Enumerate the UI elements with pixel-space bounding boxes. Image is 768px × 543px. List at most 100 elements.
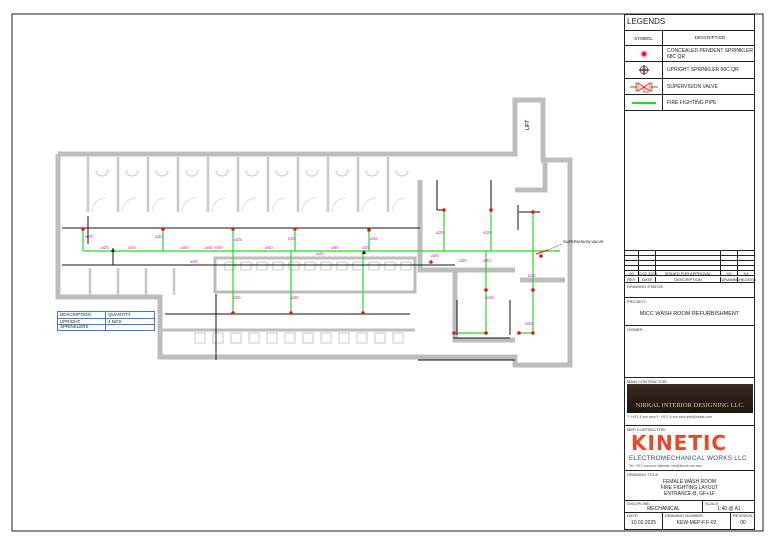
door-swing <box>211 197 227 213</box>
sprinkler-head <box>517 331 521 335</box>
pipe-size-label: ø25 <box>234 237 242 242</box>
qty-cell-quantity: 4 NOS <box>108 318 122 324</box>
revision-cell: 10.02.2025 <box>636 270 658 276</box>
revision-header: DESCRIPTION <box>656 277 721 282</box>
supervision-valve-icon <box>629 82 658 92</box>
sprinkler-head <box>484 331 488 335</box>
sprinkler-head <box>289 311 293 315</box>
door-swing <box>241 197 257 213</box>
scale-label: SCALE: <box>705 501 720 506</box>
toilet-fixture <box>245 169 259 177</box>
toilet-fixture <box>275 169 289 177</box>
basin-fixture <box>338 332 350 344</box>
pipe-size-label: ø25 <box>525 321 533 326</box>
door-swing <box>91 197 107 213</box>
supervision-valve-label: SUPERVISION VALVE <box>563 239 604 244</box>
door-swing <box>361 197 377 213</box>
fire-fighting-pipe-icon <box>631 101 656 104</box>
sprinkler-head <box>367 228 371 232</box>
legend-row: UPRIGHT SPRINKLER 68C QR <box>625 62 754 79</box>
pipe-size-label: ø32 <box>155 234 163 239</box>
legend-label: UPRIGHT SPRINKLER 68C QR <box>667 67 739 73</box>
drawing-title-line: ENTRANCE-B, GF+1F <box>664 491 715 497</box>
legend-description-header: DESCRIPTION <box>694 35 726 40</box>
pipe-size-label: ø25 <box>528 273 536 278</box>
toilet-fixture <box>95 169 109 177</box>
basin-fixture <box>336 261 348 271</box>
pipe-size-label: ø25 <box>483 230 491 235</box>
sprinkler-head <box>531 210 535 214</box>
pipe-size-label: ø32 <box>288 236 296 241</box>
toilet-fixture <box>155 169 169 177</box>
pipe-size-label: ø25 <box>459 258 467 263</box>
revision-row: 00 10.02.2025 ISSUED FOR APPROVAL XX XX <box>625 270 755 276</box>
pipe-size-label: ø25 <box>190 259 198 264</box>
basin-fixture <box>304 261 316 271</box>
basin-fixture <box>374 332 386 344</box>
sprinkler-head <box>429 260 433 264</box>
pipe-size-label: ø25 <box>316 251 324 256</box>
upright-sprinkler-icon <box>638 65 649 75</box>
basin-fixture <box>320 261 332 271</box>
nirkal-logo: NIRKAL INTERIOR DESIGNING LLC. <box>627 384 753 413</box>
basin-fixture <box>284 332 296 344</box>
revision-cell: XX <box>738 271 755 276</box>
basin-fixture <box>352 261 364 271</box>
concealed-pendent-sprinkler-icon <box>640 50 647 57</box>
sprinkler-head <box>489 208 493 212</box>
drawing-title-label: DRAWING TITLE: <box>627 472 660 477</box>
door-swing <box>301 197 317 213</box>
sprinkler-head <box>531 288 535 292</box>
basin-fixture <box>230 332 242 344</box>
basin-fixture <box>392 332 404 344</box>
revision-header: CHECKED <box>736 277 756 282</box>
pipe-size-label: ø25 <box>85 234 93 239</box>
sprinkler-head <box>231 227 235 231</box>
pipe-size-label: ø25 <box>362 245 370 250</box>
leader-line <box>547 243 563 251</box>
pipe-size-label: ø50 <box>215 245 223 250</box>
basin-fixture <box>320 332 332 344</box>
legend-row: CONCEALED PENDENT SPRINKLER 68C QR <box>625 46 754 62</box>
discipline-label: DISCIPLINE: <box>627 501 651 506</box>
sprinkler-head <box>161 227 165 231</box>
basin-fixture <box>256 261 268 271</box>
sprinkler-head <box>442 208 446 212</box>
pipe-size-label: ø50 <box>265 245 273 250</box>
sprinkler-head <box>231 311 235 315</box>
sprinkler-head <box>81 227 85 231</box>
toilet-fixture <box>335 169 349 177</box>
pipe-size-label: ø25 <box>436 230 444 235</box>
door-swing <box>391 197 407 213</box>
upright-sprinkler-icon <box>111 248 115 252</box>
quantity-table: DESCRIPTION QUANTITY UPRIGHT SPRINKLERS … <box>57 311 155 331</box>
toilet-fixture <box>215 169 229 177</box>
legend-title: LEGENDS <box>625 15 754 31</box>
revision-cell: XX <box>721 271 738 276</box>
pipe-size-label: ø50 <box>331 245 339 250</box>
lift-label: LIFT <box>525 120 531 130</box>
basin-fixture <box>194 332 206 344</box>
qty-cell-description: UPRIGHT SPRINKLERS <box>58 318 106 329</box>
basin-fixture <box>240 261 252 271</box>
legend-label: CONCEALED PENDENT SPRINKLER 68C QR <box>667 47 754 60</box>
mep-contractor-contact: Tel: +971 xxxxxxxx Website: info@kinetic… <box>629 464 703 468</box>
basin-fixture <box>212 332 224 344</box>
basin-fixture <box>266 332 278 344</box>
pipe-size-label: ø32 <box>370 236 378 241</box>
sprinkler-head <box>293 227 297 231</box>
sprinkler-head <box>539 254 543 258</box>
basin-fixture <box>302 332 314 344</box>
pipe-size-label: ø32 <box>483 258 491 263</box>
basin-fixture <box>368 261 380 271</box>
pipe-size-label: ø40 <box>181 245 189 250</box>
main-contractor-contact: T: +971 4 xxx xxxx F: +971 4 xxx xxxx in… <box>627 415 712 419</box>
pipe-size-label: ø25 <box>291 295 299 300</box>
toilet-fixture <box>185 169 199 177</box>
qty-header-description: DESCRIPTION <box>58 312 106 318</box>
pipe-size-label: ø25 <box>101 245 109 250</box>
toilet-fixture <box>395 169 409 177</box>
door-swing <box>181 197 197 213</box>
revision-label: REVISION: <box>733 513 754 518</box>
door-swing <box>151 197 167 213</box>
